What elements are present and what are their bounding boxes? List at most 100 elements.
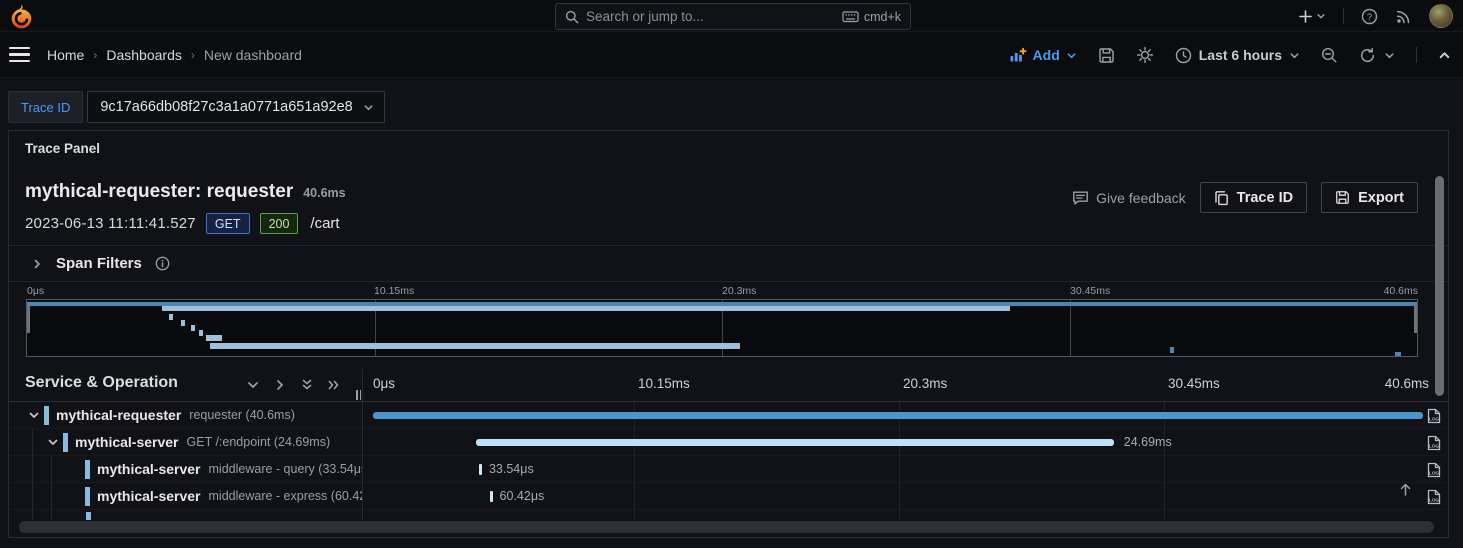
export-button[interactable]: Export — [1321, 182, 1418, 213]
svg-text:LOG: LOG — [1429, 471, 1439, 476]
service-color-bar — [86, 512, 91, 520]
span-operation-name: requester (40.6ms) — [189, 408, 295, 422]
save-icon — [1335, 190, 1350, 205]
span-rows: mythical-requester requester (40.6ms) LO… — [10, 402, 1447, 510]
minimap-span-bar — [161, 306, 1010, 311]
zoom-out-icon[interactable] — [1321, 47, 1338, 64]
divider — [1416, 47, 1417, 63]
request-path: /cart — [310, 215, 340, 232]
span-duration-label: 60.42μs — [499, 489, 545, 503]
span-bar[interactable] — [478, 464, 482, 475]
span-filters-toggle[interactable]: Span Filters — [31, 255, 170, 272]
collapse-one-chevron-down-icon[interactable] — [246, 378, 260, 392]
tree-indent-guide — [51, 456, 52, 520]
search-shortcut-label: cmd+k — [863, 9, 901, 24]
collapse-all-double-chevron-down-icon[interactable] — [300, 378, 314, 392]
refresh-interval-chevron-icon[interactable] — [1384, 50, 1395, 61]
info-icon — [155, 256, 170, 271]
keyboard-icon — [842, 9, 859, 24]
service-operation-header: Service & Operation — [25, 374, 178, 391]
span-duration-label: 24.69ms — [1123, 435, 1172, 449]
minimap-tick-labels: 0μs 10.15ms 20.3ms 30.45ms 40.6ms — [26, 285, 1418, 298]
time-range-picker[interactable]: Last 6 hours — [1175, 47, 1300, 64]
menu-icon[interactable] — [9, 46, 30, 63]
collapse-chevron-up-icon[interactable] — [1438, 49, 1451, 62]
span-bar[interactable] — [489, 491, 493, 502]
chevron-down-icon[interactable] — [28, 409, 40, 421]
minimap-tick: 30.45ms — [1070, 285, 1111, 297]
trace-panel: Trace Panel mythical-requester: requeste… — [8, 130, 1449, 538]
settings-gear-icon[interactable] — [1136, 46, 1154, 64]
tree-indent-guide — [32, 429, 33, 520]
service-color-bar — [44, 405, 49, 425]
minimap-span-bar — [181, 320, 186, 326]
dashboard-toolbar: Home › Dashboards › New dashboard Add La… — [0, 32, 1463, 78]
minimap-viewport-handle[interactable] — [27, 305, 30, 333]
svg-text:LOG: LOG — [1429, 498, 1439, 503]
new-menu-button[interactable] — [1298, 9, 1326, 24]
plus-icon — [1298, 9, 1313, 24]
minimap-viewport-handle[interactable] — [1414, 305, 1417, 333]
span-duration-label: 33.54μs — [488, 462, 534, 476]
column-resizer-handle[interactable] — [356, 390, 362, 400]
trace-id-value: 9c17a66db08f27c3a1a0771a651a92e8 — [100, 99, 353, 115]
clock-icon — [1175, 47, 1192, 64]
minimap-span-bar — [210, 343, 741, 349]
trace-timestamp: 2023-06-13 11:11:41.527 — [25, 215, 196, 232]
breadcrumb-separator: › — [93, 47, 98, 62]
add-panel-button[interactable]: Add — [1009, 47, 1077, 63]
minimap-tick: 40.6ms — [1383, 285, 1418, 297]
service-color-bar — [85, 459, 90, 479]
breadcrumb-dashboards[interactable]: Dashboards — [106, 47, 182, 63]
span-filters-label: Span Filters — [56, 255, 142, 272]
expand-all-double-chevron-right-icon[interactable] — [327, 378, 341, 392]
minimap-span-bar — [1169, 347, 1174, 353]
span-row[interactable]: mythical-server GET /:endpoint (24.69ms)… — [10, 429, 1447, 456]
give-feedback-label: Give feedback — [1096, 189, 1186, 206]
span-service-name: mythical-requester — [56, 407, 182, 423]
panel-title[interactable]: Trace Panel — [25, 141, 100, 156]
trace-timeline-minimap[interactable] — [26, 299, 1418, 357]
refresh-icon[interactable] — [1359, 47, 1376, 64]
time-range-label: Last 6 hours — [1198, 47, 1282, 63]
chevron-down-icon — [363, 102, 374, 113]
scroll-to-top-button[interactable] — [1393, 477, 1417, 501]
service-color-bar — [85, 486, 90, 506]
span-service-name: mythical-server — [75, 434, 179, 450]
span-service-name: mythical-server — [97, 488, 201, 504]
help-icon[interactable]: ? — [1361, 8, 1378, 25]
span-bar[interactable] — [373, 412, 1423, 419]
breadcrumb-separator: › — [190, 47, 195, 62]
breadcrumb-home[interactable]: Home — [47, 47, 84, 63]
log-icon[interactable]: LOG — [1427, 489, 1441, 505]
chevron-down-icon[interactable] — [47, 436, 59, 448]
minimap-span-bar — [1394, 352, 1401, 356]
expand-one-chevron-right-icon[interactable] — [273, 378, 287, 392]
log-icon[interactable]: LOG — [1427, 435, 1441, 451]
give-feedback-button[interactable]: Give feedback — [1072, 190, 1186, 206]
divider — [9, 281, 1448, 282]
user-avatar[interactable] — [1429, 4, 1453, 28]
span-row[interactable]: mythical-requester requester (40.6ms) LO… — [10, 402, 1447, 429]
grafana-logo-icon[interactable] — [9, 3, 34, 30]
trace-id-copy-button[interactable]: Trace ID — [1199, 182, 1308, 213]
chevron-down-icon — [1066, 50, 1077, 61]
copy-icon — [1214, 190, 1229, 206]
log-icon[interactable]: LOG — [1427, 462, 1441, 478]
save-dashboard-icon[interactable] — [1098, 47, 1115, 64]
comment-icon — [1072, 190, 1089, 206]
trace-id-select[interactable]: 9c17a66db08f27c3a1a0771a651a92e8 — [87, 91, 385, 123]
span-row[interactable]: mythical-server middleware - query (33.5… — [10, 456, 1447, 483]
http-status-badge: 200 — [259, 213, 299, 234]
timeline-tick: 0μs — [373, 376, 396, 391]
span-bar[interactable] — [475, 439, 1114, 446]
chevron-right-icon — [31, 258, 43, 270]
timeline-tick: 10.15ms — [638, 376, 690, 391]
timeline-header: Service & Operation 0μs 10.15ms 20.3ms 3… — [9, 369, 1448, 402]
vertical-scrollbar[interactable] — [1435, 176, 1444, 396]
news-icon[interactable] — [1395, 8, 1412, 25]
span-row[interactable]: mythical-server middleware - express (60… — [10, 483, 1447, 510]
search-input[interactable] — [586, 9, 835, 24]
log-icon[interactable]: LOG — [1427, 408, 1441, 424]
horizontal-scrollbar[interactable] — [19, 521, 1434, 533]
